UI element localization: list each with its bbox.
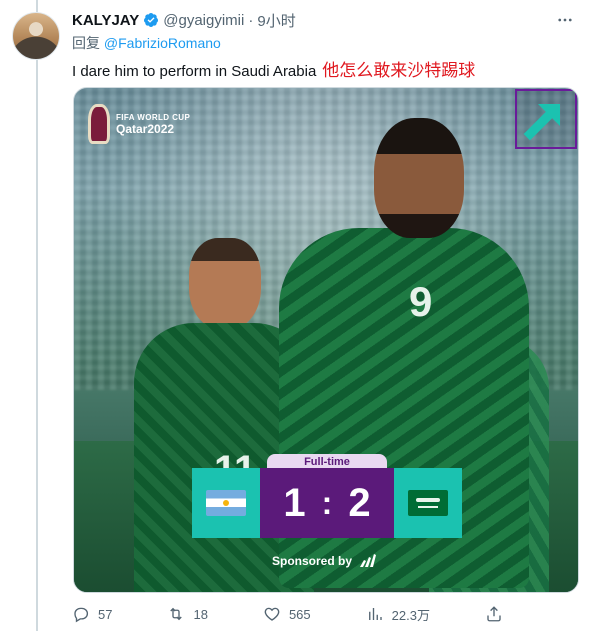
reply-button[interactable]: 57: [72, 605, 112, 623]
score-display: 1 : 2: [260, 468, 394, 538]
action-bar: 57 18 565 22.3万: [72, 604, 503, 624]
tweet-text: I dare him to perform in Saudi Arabia: [72, 63, 317, 80]
logo-line-1: FIFA WORLD CUP: [116, 112, 191, 122]
like-button[interactable]: 565: [263, 605, 311, 623]
heart-icon: [264, 607, 280, 621]
separator-dot: ·: [248, 11, 254, 29]
home-flag-cell: [192, 468, 260, 538]
author-handle[interactable]: @gyaigyimii: [163, 12, 244, 29]
like-count: 565: [288, 606, 311, 622]
sponsor-text: Sponsored by: [272, 554, 353, 568]
thread-line: [36, 0, 38, 631]
argentina-flag-icon: [206, 490, 246, 516]
away-flag-cell: [394, 468, 462, 538]
scoreboard: 1 : 2: [192, 468, 462, 538]
author-name[interactable]: KALYJAY: [72, 12, 139, 29]
reply-mention-link[interactable]: @FabrizioRomano: [104, 35, 221, 51]
player-right-number: 9: [409, 278, 433, 325]
score-away: 2: [348, 480, 371, 525]
share-icon: [487, 606, 501, 622]
views-button[interactable]: 22.3万: [366, 605, 430, 624]
retweet-button[interactable]: 18: [167, 605, 208, 623]
adidas-logo-icon: [360, 554, 377, 567]
verified-badge-icon: [144, 13, 159, 27]
analytics-icon: [368, 608, 382, 620]
share-button[interactable]: [485, 605, 503, 623]
player-right-head: [374, 118, 464, 238]
timestamp[interactable]: 9小时: [257, 10, 295, 31]
tweet-header: KALYJAY @gyaigyimii · 9小时: [72, 10, 581, 30]
trophy-icon: [88, 104, 110, 144]
tweet-body: I dare him to perform in Saudi Arabia 他怎…: [72, 56, 475, 81]
score-separator: :: [321, 484, 333, 521]
avatar[interactable]: [12, 12, 60, 60]
translation-annotation: 他怎么敢来沙特踢球: [322, 61, 476, 81]
world-cup-logo: FIFA WORLD CUP Qatar2022: [88, 104, 190, 144]
reply-icon: [74, 607, 89, 623]
logo-line-2: Qatar2022: [116, 121, 175, 136]
retweet-icon: [170, 607, 183, 621]
more-options-icon[interactable]: [555, 10, 575, 30]
score-home: 1: [283, 480, 306, 525]
tweet-media-image[interactable]: 11 9 FIFA WORLD CUP Qatar2022 Full-time …: [73, 87, 579, 593]
player-left-head: [189, 238, 261, 330]
view-count: 22.3万: [391, 607, 430, 623]
saudi-arabia-flag-icon: [408, 490, 448, 516]
sponsor-line: Sponsored by: [272, 554, 378, 568]
reply-prefix: 回复: [72, 35, 100, 51]
retweet-count: 18: [193, 606, 208, 622]
arrow-up-right-icon: [523, 104, 560, 141]
reply-context: 回复 @FabrizioRomano: [72, 33, 221, 53]
reply-count: 57: [98, 606, 113, 622]
